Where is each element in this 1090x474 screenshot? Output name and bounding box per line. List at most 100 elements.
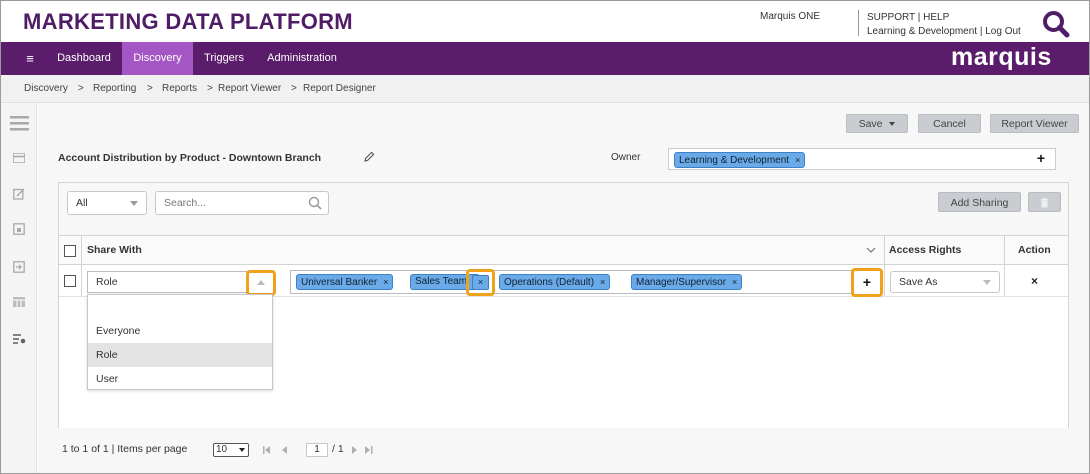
caret-down-icon: [889, 122, 896, 127]
side-rail: [1, 103, 37, 473]
save-button-label: Save: [858, 118, 883, 130]
first-prev-page-icons[interactable]: [263, 446, 293, 454]
access-rights-header: Access Rights: [889, 244, 962, 256]
filter-value: All: [76, 197, 88, 209]
report-viewer-button[interactable]: Report Viewer: [990, 114, 1079, 133]
owner-field[interactable]: Learning & Development × +: [668, 148, 1056, 170]
add-sharing-button[interactable]: Add Sharing: [938, 192, 1021, 212]
caret-down-icon: [983, 280, 991, 285]
cancel-button[interactable]: Cancel: [918, 114, 981, 133]
breadcrumb-discovery[interactable]: Discovery: [24, 83, 68, 94]
share-type-dropdown: Everyone Role User: [87, 294, 273, 390]
pager-summary: 1 to 1 of 1 | Items per page: [62, 443, 188, 455]
link-separator: |: [917, 12, 921, 23]
dropdown-toggle-button[interactable]: [246, 270, 276, 296]
report-title: Account Distribution by Product - Downto…: [58, 152, 322, 164]
share-with-header[interactable]: Share With: [87, 236, 142, 265]
dropdown-option-user[interactable]: User: [88, 367, 272, 391]
access-rights-value: Save As: [899, 276, 938, 288]
trash-icon: [1040, 198, 1049, 208]
filter-select[interactable]: All: [67, 191, 147, 215]
rail-list-icon[interactable]: [13, 153, 25, 163]
marquis-logo: marquis: [951, 43, 1052, 71]
breadcrumb-sep: >: [78, 83, 84, 94]
role-chip-label: Manager/Supervisor: [636, 277, 727, 288]
nav-dashboard[interactable]: Dashboard: [47, 42, 121, 75]
search-input[interactable]: Search...: [155, 191, 329, 215]
header-divider: [858, 10, 859, 36]
dropdown-option-everyone[interactable]: Everyone: [88, 319, 272, 343]
remove-row-icon[interactable]: ×: [1031, 274, 1038, 288]
row-checkbox[interactable]: [64, 275, 76, 287]
breadcrumb-report-viewer[interactable]: Report Viewer: [218, 83, 281, 94]
logout-link[interactable]: Log Out: [985, 26, 1021, 37]
pencil-icon[interactable]: [364, 151, 375, 162]
rail-report-icon[interactable]: [13, 334, 26, 344]
next-last-page-icons[interactable]: [352, 446, 374, 454]
remove-chip-highlight: ×: [466, 269, 495, 296]
breadcrumb-reporting[interactable]: Reporting: [93, 83, 136, 94]
breadcrumb-report-designer: Report Designer: [303, 83, 376, 94]
owner-chip: Learning & Development ×: [674, 152, 806, 168]
role-chip: Universal Banker ×: [296, 274, 394, 290]
main-content: Save Cancel Report Viewer Account Distri…: [38, 103, 1089, 473]
roles-field[interactable]: Universal Banker × Sales Team Operations …: [290, 270, 879, 294]
chevron-down-icon[interactable]: [866, 247, 876, 254]
caret-up-icon: [257, 280, 265, 285]
save-button[interactable]: Save: [846, 114, 908, 133]
remove-owner-icon[interactable]: ×: [795, 155, 800, 165]
top-header: MARKETING DATA PLATFORM Marquis ONE SUPP…: [1, 1, 1089, 42]
org-link[interactable]: Learning & Development: [867, 26, 977, 37]
items-per-page-select[interactable]: 10: [213, 443, 249, 457]
action-header: Action: [1018, 244, 1051, 256]
role-chip-label: Operations (Default): [504, 277, 595, 288]
role-chip: Manager/Supervisor ×: [631, 274, 743, 290]
main-nav: ≡ Dashboard Discovery Triggers Administr…: [1, 42, 1089, 75]
breadcrumb-sep: >: [147, 83, 153, 94]
nav-discovery[interactable]: Discovery: [122, 42, 193, 75]
add-owner-icon[interactable]: +: [1033, 150, 1049, 166]
help-link[interactable]: HELP: [923, 12, 949, 23]
breadcrumb-reports[interactable]: Reports: [162, 83, 197, 94]
add-role-button[interactable]: +: [851, 268, 883, 297]
role-chip: Operations (Default) ×: [499, 274, 611, 290]
access-rights-select[interactable]: Save As: [890, 271, 1000, 293]
role-chip-label: Universal Banker: [301, 277, 378, 288]
rail-import-icon[interactable]: [13, 261, 25, 273]
hamburger-menu-icon[interactable]: ≡: [19, 42, 41, 75]
owner-chip-label: Learning & Development: [679, 155, 790, 166]
app-frame: MARKETING DATA PLATFORM Marquis ONE SUPP…: [0, 0, 1090, 474]
remove-chip-icon[interactable]: ×: [383, 277, 388, 287]
breadcrumb: Discovery > Reporting > Reports > Report…: [1, 75, 1089, 103]
remove-chip-icon[interactable]: ×: [472, 275, 489, 290]
support-link[interactable]: SUPPORT: [867, 12, 915, 23]
remove-chip-icon[interactable]: ×: [732, 277, 737, 287]
search-icon[interactable]: [308, 196, 322, 210]
page-number-input[interactable]: 1: [306, 443, 328, 457]
role-chip-label: Sales Team: [415, 276, 468, 287]
header-links: SUPPORT | HELP Learning & Development | …: [867, 11, 1021, 39]
share-type-select[interactable]: Role: [87, 271, 272, 293]
nav-triggers[interactable]: Triggers: [194, 42, 254, 75]
caret-down-icon: [239, 448, 245, 452]
global-search-icon[interactable]: [1041, 9, 1071, 39]
rail-menu-icon[interactable]: [10, 116, 29, 131]
user-name[interactable]: Marquis ONE: [760, 11, 820, 22]
nav-administration[interactable]: Administration: [255, 42, 349, 75]
rail-calendar-icon[interactable]: [13, 297, 25, 307]
caret-down-icon: [130, 201, 138, 206]
breadcrumb-sep: >: [291, 83, 297, 94]
share-type-value: Role: [96, 276, 118, 288]
delete-sharing-button[interactable]: [1028, 192, 1061, 212]
rail-lock-icon[interactable]: [13, 223, 25, 235]
sharing-grid: Share With Access Rights Action Role Uni…: [59, 235, 1068, 428]
rail-edit-icon[interactable]: [13, 188, 25, 200]
brand-title: MARKETING DATA PLATFORM: [23, 9, 353, 34]
owner-label: Owner: [611, 152, 641, 163]
breadcrumb-sep: >: [207, 83, 213, 94]
search-placeholder: Search...: [164, 197, 207, 209]
remove-chip-icon[interactable]: ×: [600, 277, 605, 287]
dropdown-option-role[interactable]: Role: [88, 343, 272, 367]
select-all-checkbox[interactable]: [64, 245, 76, 257]
link-separator: |: [979, 26, 983, 37]
